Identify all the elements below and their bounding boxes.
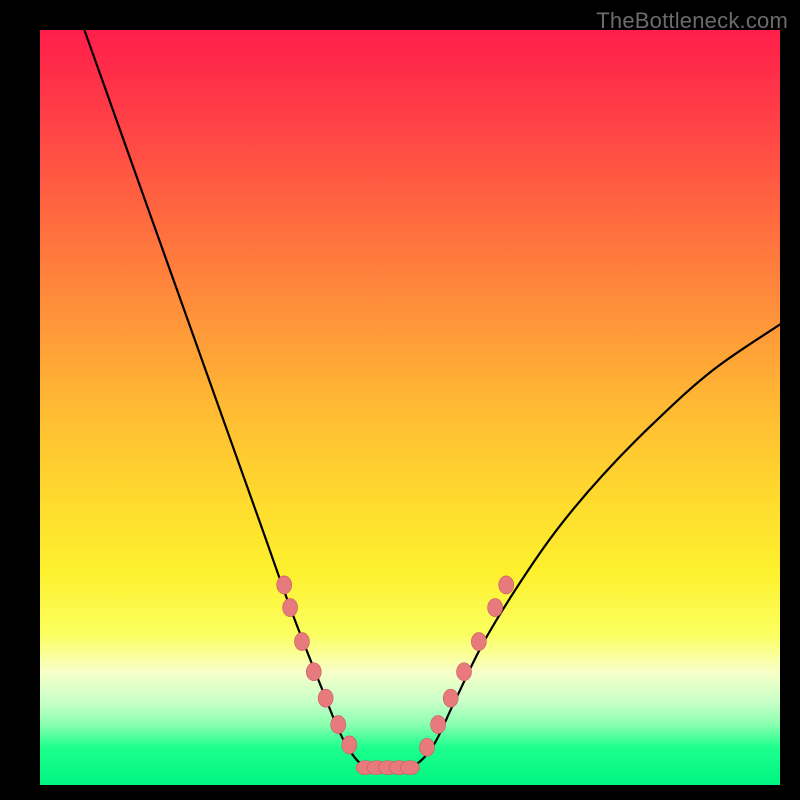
- curve-marker: [457, 663, 472, 681]
- bottleneck-curve: [84, 30, 780, 770]
- curve-marker: [488, 599, 503, 617]
- curve-marker: [342, 736, 357, 754]
- curve-marker: [306, 663, 321, 681]
- curve-marker: [331, 716, 346, 734]
- curve-marker: [443, 689, 458, 707]
- bottleneck-curve-svg: [40, 30, 780, 785]
- curve-markers: [277, 576, 514, 775]
- curve-marker: [294, 633, 309, 651]
- curve-marker: [401, 761, 420, 775]
- plot-area: [40, 30, 780, 785]
- curve-marker: [277, 576, 292, 594]
- chart-frame: TheBottleneck.com: [0, 0, 800, 800]
- curve-marker: [283, 599, 298, 617]
- curve-marker: [318, 689, 333, 707]
- curve-marker: [471, 633, 486, 651]
- curve-marker: [431, 716, 446, 734]
- curve-marker: [420, 738, 435, 756]
- curve-marker: [499, 576, 514, 594]
